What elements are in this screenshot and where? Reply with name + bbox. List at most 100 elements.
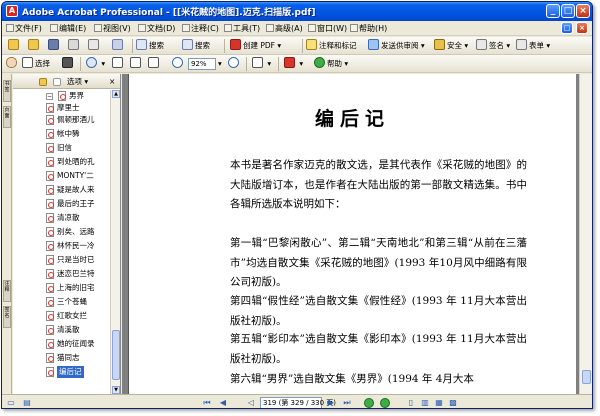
list-item[interactable]: 上海的旧宅 bbox=[13, 282, 111, 294]
create-pdf-button[interactable]: 创建 PDF ▾ bbox=[230, 39, 281, 53]
list-item[interactable]: 只是当时已 bbox=[13, 254, 111, 266]
hand-tool-button[interactable] bbox=[6, 57, 19, 71]
single-page-icon[interactable]: ▯ bbox=[406, 398, 416, 408]
list-item[interactable]: 疑是故人来 bbox=[13, 184, 111, 196]
list-item[interactable]: − 男界 bbox=[13, 90, 111, 102]
list-item[interactable]: 林怀民一冷 bbox=[13, 240, 111, 252]
search-button[interactable]: 搜索 bbox=[182, 39, 210, 53]
attach-button[interactable] bbox=[112, 39, 125, 53]
secure-button[interactable]: 安全 ▾ bbox=[434, 39, 468, 53]
list-item[interactable]: 帐中豨 bbox=[13, 128, 111, 140]
first-page-button[interactable]: ⏮ bbox=[202, 398, 212, 408]
next-view-icon[interactable] bbox=[380, 398, 390, 408]
menu-advanced[interactable]: 高级(A) bbox=[266, 23, 303, 34]
tab-signatures[interactable]: 签名 bbox=[3, 306, 11, 328]
close-panel-button[interactable]: × bbox=[109, 75, 115, 89]
list-item[interactable]: 猫同志 bbox=[13, 352, 111, 364]
page-size-icon: ▭ bbox=[7, 398, 15, 407]
list-item[interactable]: 别矣、远路 bbox=[13, 226, 111, 238]
list-item[interactable]: 最后的王子 bbox=[13, 198, 111, 210]
list-item[interactable]: 清凉散 bbox=[13, 212, 111, 224]
menu-document[interactable]: 文档(D) bbox=[138, 23, 175, 34]
email-button[interactable] bbox=[88, 39, 101, 53]
help-button[interactable]: 帮助 ▾ bbox=[314, 57, 348, 71]
snapshot-button[interactable] bbox=[62, 57, 75, 71]
list-item[interactable]: 摩里士 bbox=[13, 102, 111, 114]
list-item-selected[interactable]: 编后记 bbox=[13, 366, 111, 378]
delete-bookmark-button[interactable] bbox=[53, 75, 63, 89]
zoom-dropdown[interactable]: ▾ bbox=[218, 57, 222, 71]
list-item[interactable]: 佩顿那酒儿 bbox=[13, 114, 111, 126]
yahoo-button[interactable]: ▾ bbox=[284, 57, 303, 71]
previous-page-button[interactable]: ◀ bbox=[218, 398, 228, 408]
tab-pages[interactable]: 页面 bbox=[3, 106, 11, 128]
last-page-button[interactable]: ⏭ bbox=[342, 398, 352, 408]
scroll-down-icon[interactable]: ▼ bbox=[112, 386, 120, 394]
collapse-icon[interactable]: − bbox=[46, 93, 53, 100]
menu-file[interactable]: 文件(F) bbox=[6, 23, 42, 34]
list-item[interactable]: 她的征闻录 bbox=[13, 338, 111, 350]
document-scrollbar[interactable] bbox=[579, 74, 592, 394]
print-area-button[interactable]: 搜索 bbox=[136, 39, 164, 53]
minimize-button[interactable]: _ bbox=[546, 4, 560, 18]
rotate-button[interactable]: ▾ bbox=[252, 57, 271, 71]
continuous-facing-icon[interactable]: ▩ bbox=[448, 398, 458, 408]
new-bookmark-icon bbox=[39, 78, 47, 86]
next-page-button[interactable]: ▶ bbox=[326, 398, 336, 408]
list-item[interactable]: 清溪散 bbox=[13, 324, 111, 336]
menu-tools[interactable]: 工具(T) bbox=[224, 23, 260, 34]
actual-size-button[interactable] bbox=[112, 57, 125, 71]
tab-bookmarks[interactable]: 书签 bbox=[3, 80, 11, 102]
close-button[interactable]: × bbox=[576, 4, 590, 18]
sign-button[interactable]: 签名 ▾ bbox=[476, 39, 510, 53]
select-tool-button[interactable]: 选择 bbox=[22, 57, 50, 71]
delete-icon bbox=[53, 78, 61, 86]
bookmark-options-button[interactable]: 选项 ▾ bbox=[67, 75, 88, 89]
list-item[interactable]: 到处晒的孔 bbox=[13, 156, 111, 168]
list-item[interactable]: MONTY'二 bbox=[13, 170, 111, 182]
list-item[interactable]: 旧信 bbox=[13, 142, 111, 154]
comment-markup-button[interactable]: 注释和标记 bbox=[306, 39, 357, 53]
maximize-button[interactable]: □ bbox=[561, 4, 575, 18]
save-button[interactable] bbox=[48, 39, 61, 53]
list-item[interactable]: 迷恋巴兰特 bbox=[13, 268, 111, 280]
menu-edit[interactable]: 编辑(E) bbox=[50, 23, 86, 34]
menu-window[interactable]: 窗口(W) bbox=[308, 23, 347, 34]
list-item[interactable]: 红歌女拦 bbox=[13, 310, 111, 322]
new-bookmark-button[interactable] bbox=[39, 75, 49, 89]
send-review-button[interactable]: 发送供审阅 ▾ bbox=[368, 39, 425, 53]
zoom-out-button[interactable] bbox=[172, 57, 185, 71]
title-bar[interactable]: A Adobe Acrobat Professional - [[米花贼的地图]… bbox=[2, 2, 592, 21]
scroll-thumb[interactable] bbox=[582, 370, 591, 384]
menu-comments[interactable]: 注释(C) bbox=[182, 23, 219, 34]
status-bar: ▭ ▤ ⏮ ◀ ◁ 319 (第 329 / 330 页) ▶ ⏭ ▯ ▥ ▦ … bbox=[2, 394, 592, 408]
zoom-in-button[interactable] bbox=[228, 57, 241, 71]
zoom-input[interactable]: 92% bbox=[188, 58, 216, 70]
continuous-icon[interactable]: ▥ bbox=[420, 398, 430, 408]
fit-width-button[interactable] bbox=[148, 57, 161, 71]
menu-view[interactable]: 视图(V) bbox=[94, 23, 131, 34]
scroll-thumb[interactable] bbox=[112, 330, 120, 380]
page-number-field[interactable]: 319 (第 329 / 330 页) bbox=[260, 397, 336, 408]
open-button[interactable] bbox=[28, 39, 41, 53]
pdf-icon bbox=[230, 39, 241, 50]
document-restore-button[interactable]: □ bbox=[561, 22, 573, 34]
page-back-icon[interactable]: ◁ bbox=[246, 398, 256, 408]
menu-help[interactable]: 帮助(H) bbox=[350, 23, 387, 34]
document-close-button[interactable]: × bbox=[576, 22, 588, 34]
previous-view-icon[interactable] bbox=[364, 398, 374, 408]
bookmark-page-icon bbox=[46, 103, 54, 113]
zoom-tool-button[interactable]: ▾ bbox=[86, 57, 105, 71]
fit-page-button[interactable] bbox=[130, 57, 143, 71]
menu-bar: 文件(F) 编辑(E) 视图(V) 文档(D) 注释(C) 工具(T) 高级(A… bbox=[2, 21, 592, 36]
magnifier-icon bbox=[86, 57, 97, 68]
bookmarks-scrollbar[interactable]: ▲ ▼ bbox=[110, 90, 120, 394]
create-new-button[interactable] bbox=[8, 39, 21, 53]
print-button[interactable] bbox=[68, 39, 81, 53]
list-item[interactable]: 三个苍蝇 bbox=[13, 296, 111, 308]
forms-button[interactable]: 表单 ▾ bbox=[516, 39, 550, 53]
bookmark-page-icon bbox=[46, 213, 54, 223]
facing-icon[interactable]: ▦ bbox=[434, 398, 444, 408]
scroll-up-icon[interactable]: ▲ bbox=[112, 90, 120, 98]
tab-comments[interactable]: 注释 bbox=[3, 280, 11, 302]
